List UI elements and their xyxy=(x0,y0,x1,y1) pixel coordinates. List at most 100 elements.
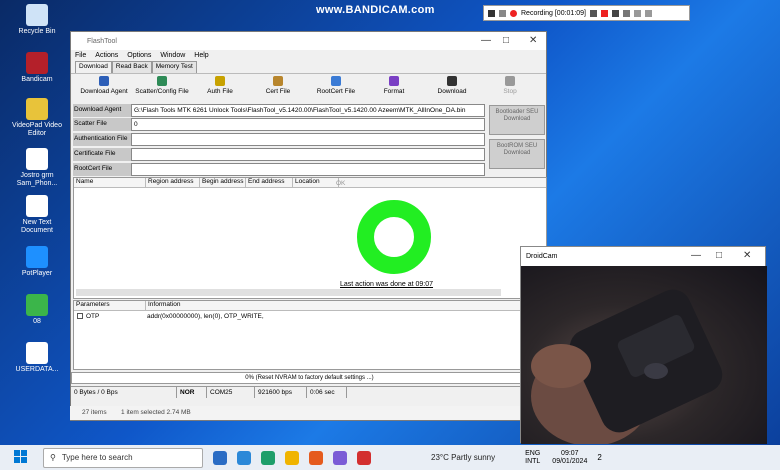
desktop-icon[interactable]: VideoPad Video Editor xyxy=(6,98,68,138)
firefox-icon[interactable] xyxy=(309,450,323,465)
params-col-information: Information xyxy=(146,301,546,310)
format-button[interactable]: Format xyxy=(365,74,423,101)
camera-icon[interactable] xyxy=(612,9,619,17)
droidcam-title-bar: DroidCam — □ ✕ xyxy=(521,247,765,266)
close-icon[interactable] xyxy=(645,9,652,17)
desktop-icon-label: Recycle Bin xyxy=(18,28,56,35)
desktop-icon-label: New Text Document xyxy=(21,219,53,234)
field-label: Scatter File xyxy=(73,118,131,131)
taskbar: ⚲ Type here to search 23°C Partly sunny … xyxy=(0,445,780,470)
flashtool-window: FlashTool — □ ✕ File Actions Options Window… xyxy=(70,31,548,421)
desktop-icon[interactable]: USERDATA... xyxy=(6,342,68,374)
item-count: 27 items xyxy=(82,409,107,416)
potplayer-icon xyxy=(26,246,48,268)
column-header[interactable]: Region address xyxy=(146,178,200,187)
droidcam-title: DroidCam xyxy=(526,253,558,260)
menu-icon[interactable] xyxy=(488,9,495,17)
notification-count[interactable]: 2 xyxy=(597,453,601,462)
toolbar: Download Agent Scatter/Config File Auth Fi… xyxy=(71,73,546,101)
cert-file-button[interactable]: Cert File xyxy=(249,74,307,101)
param-info: addr(0x00000000), len(0), OTP_WRITE, xyxy=(147,313,264,320)
ok-label: OK xyxy=(336,180,346,187)
minimize-icon[interactable]: — xyxy=(691,250,701,261)
field-value-input[interactable] xyxy=(131,163,485,176)
file-field-row: Download Agent G:\Flash Tools MTK 6261 Un… xyxy=(73,104,485,117)
menu-item-window[interactable]: Window xyxy=(160,52,185,59)
field-value-input[interactable]: G:\Flash Tools MTK 6261 Unlock Tools\Fla… xyxy=(131,104,485,117)
minimize-icon[interactable]: — xyxy=(481,35,491,46)
language-indicator[interactable]: ENG INTL xyxy=(525,450,540,466)
scatter-file-icon xyxy=(157,76,167,86)
toolbar-label: Auth File xyxy=(207,88,233,95)
menu-item-help[interactable]: Help xyxy=(194,52,208,59)
search-icon: ⚲ xyxy=(50,453,56,462)
file-field-row: Authentication File xyxy=(73,133,485,146)
file-explorer-icon[interactable] xyxy=(285,450,299,465)
status-cell: 0:06 sec xyxy=(307,387,347,398)
progress-status: 0% (Reset NVRAM to factory default setti… xyxy=(71,372,548,384)
close-icon[interactable]: ✕ xyxy=(743,250,751,261)
auth-file-button[interactable]: Auth File xyxy=(191,74,249,101)
field-label: Authentication File xyxy=(73,133,131,146)
tab-download[interactable]: Download xyxy=(75,61,112,73)
field-label: Download Agent xyxy=(73,104,131,117)
taskbar-search[interactable]: ⚲ Type here to search xyxy=(43,447,203,468)
maximize-icon[interactable]: □ xyxy=(503,35,509,46)
cert-file-icon xyxy=(273,76,283,86)
column-header[interactable]: Location xyxy=(293,178,339,187)
stop-button[interactable]: Stop xyxy=(481,74,539,101)
download-button[interactable]: Download xyxy=(423,74,481,101)
weather-widget[interactable]: 23°C Partly sunny xyxy=(431,453,495,462)
column-header[interactable]: Name xyxy=(74,178,146,187)
desktop-icon[interactable]: Bandicam xyxy=(6,52,68,84)
title-bar: FlashTool — □ ✕ xyxy=(71,32,546,50)
explorer-status-bar: 27 items 1 item selected 2.74 MB xyxy=(70,406,520,420)
desktop-icon[interactable]: New Text Document xyxy=(6,195,68,235)
text-file-icon xyxy=(26,195,48,217)
field-value-input[interactable] xyxy=(131,148,485,161)
recycle-bin-icon xyxy=(26,4,48,26)
bandicam-taskbar-icon[interactable] xyxy=(357,450,371,465)
field-value-input[interactable] xyxy=(131,133,485,146)
desktop-icon[interactable]: PotPlayer xyxy=(6,246,68,278)
clock[interactable]: 09:07 09/01/2024 xyxy=(552,450,587,466)
field-label: Certificate File xyxy=(73,148,131,161)
maximize-icon[interactable]: □ xyxy=(716,250,722,261)
pencil-icon[interactable] xyxy=(623,9,630,17)
droidcam-window: DroidCam — □ ✕ xyxy=(520,246,767,444)
desktop-icon[interactable]: 08 xyxy=(6,294,68,326)
field-value-input[interactable]: 0 xyxy=(131,118,485,131)
scatter-config-file-button[interactable]: Scatter/Config File xyxy=(133,74,191,101)
success-ring-indicator xyxy=(357,200,431,274)
desktop-icon[interactable]: Recycle Bin xyxy=(6,4,68,36)
desktop-icon-label: Jostro grm Sam_Phon... xyxy=(16,172,58,187)
tab-memory-test[interactable]: Memory Test xyxy=(151,61,197,73)
menu-item-options[interactable]: Options xyxy=(127,52,151,59)
rootcert-file-icon xyxy=(331,76,341,86)
pause-icon[interactable] xyxy=(590,9,597,17)
store-icon[interactable] xyxy=(333,450,347,465)
mail-icon[interactable] xyxy=(237,450,251,465)
desktop-icon[interactable]: Jostro grm Sam_Phon... xyxy=(6,148,68,188)
close-icon[interactable]: ✕ xyxy=(529,35,537,46)
rootcert-file-button[interactable]: RootCert File xyxy=(307,74,365,101)
windows-start-icon[interactable] xyxy=(14,450,28,464)
minimize-icon[interactable] xyxy=(634,9,641,17)
column-header[interactable]: End address xyxy=(246,178,293,187)
horizontal-scrollbar[interactable] xyxy=(76,289,501,296)
bootrom-download-button[interactable]: BootROM SEU Download xyxy=(489,139,545,169)
window-icon[interactable] xyxy=(499,9,506,17)
column-header[interactable]: Begin address xyxy=(200,178,246,187)
edge-icon[interactable] xyxy=(261,450,275,465)
menu-item-file[interactable]: File xyxy=(75,52,86,59)
status-cell: 921600 bps xyxy=(255,387,307,398)
menu-item-actions[interactable]: Actions xyxy=(95,52,118,59)
download-agent-button[interactable]: Download Agent xyxy=(75,74,133,101)
bootloader-download-button[interactable]: Bootloader SEU Download xyxy=(489,105,545,135)
otp-checkbox[interactable] xyxy=(77,313,83,319)
toolbar-label: Cert File xyxy=(265,88,291,95)
file-icon xyxy=(26,148,48,170)
stop-record-icon[interactable] xyxy=(601,9,608,17)
tab-read-back[interactable]: Read Back xyxy=(111,61,152,73)
task-view-icon[interactable] xyxy=(213,450,227,465)
